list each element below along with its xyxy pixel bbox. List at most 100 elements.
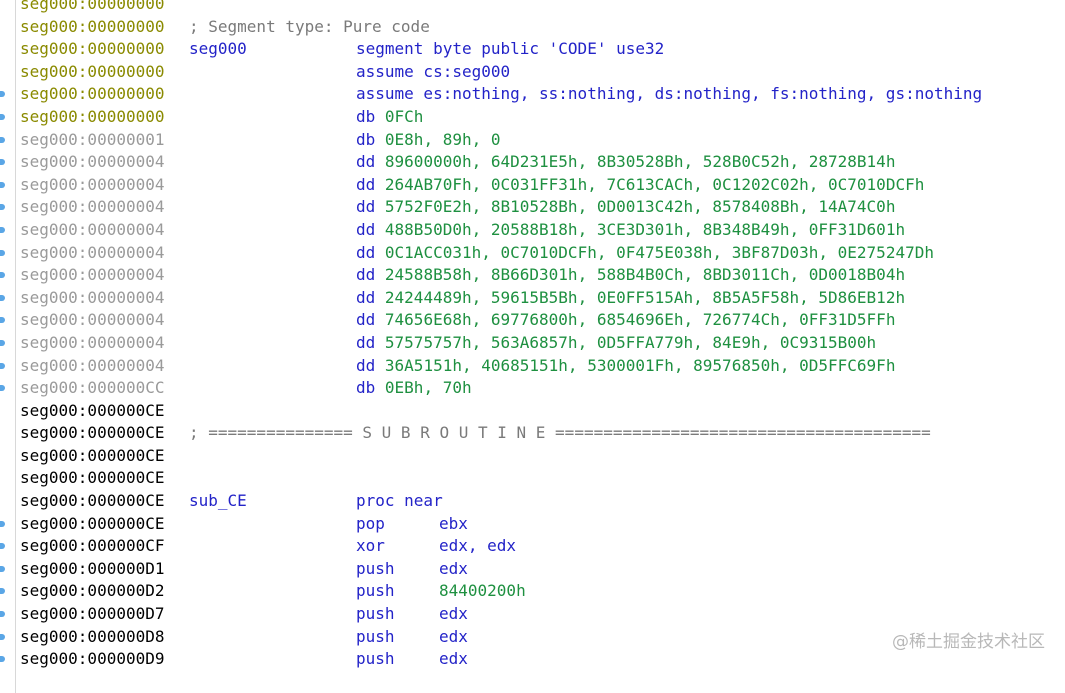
operand[interactable]: edx <box>439 648 468 671</box>
listing-row[interactable]: seg000:00000004 dd 5752F0E2h, 8B10528Bh, … <box>0 196 1065 219</box>
address[interactable]: seg000:00000004 <box>20 174 165 197</box>
flow-marker-icon <box>0 294 5 301</box>
mnemonic[interactable]: push <box>356 558 395 581</box>
flow-marker-icon <box>0 91 5 98</box>
mnemonic[interactable]: dd 5752F0E2h, 8B10528Bh, 0D0013C42h, 857… <box>356 196 895 219</box>
listing-row[interactable]: seg000:00000004 dd 24588B58h, 8B66D301h, … <box>0 264 1065 287</box>
listing-row[interactable]: seg000:000000CE <box>0 400 1065 423</box>
mnemonic[interactable]: push <box>356 580 395 603</box>
directive: dd <box>356 332 376 352</box>
listing-row[interactable]: seg000:000000CE pop ebx <box>0 513 1065 536</box>
mnemonic[interactable]: pop <box>356 513 385 536</box>
address[interactable]: seg000:000000CE <box>20 445 165 468</box>
mnemonic[interactable]: dd 264AB70Fh, 0C031FF31h, 7C613CACh, 0C1… <box>356 174 924 197</box>
mnemonic[interactable]: assume cs:seg000 <box>356 61 510 84</box>
address[interactable]: seg000:00000004 <box>20 242 165 265</box>
listing-row[interactable]: seg000:00000000 seg000 segment byte public… <box>0 38 1065 61</box>
address[interactable]: seg000:000000CE <box>20 400 165 423</box>
listing-row[interactable]: seg000:00000004 dd 57575757h, 563A6857h, … <box>0 332 1065 355</box>
listing-row[interactable]: seg000:00000000 db 0FCh <box>0 106 1065 129</box>
mnemonic[interactable]: xor <box>356 535 385 558</box>
disassembly-listing[interactable]: seg000:00000000 seg000:00000000; Segment … <box>0 0 1065 693</box>
listing-row[interactable]: seg000:00000004 dd 488B50D0h, 20588B18h, … <box>0 219 1065 242</box>
listing-row[interactable]: seg000:00000004 dd 36A5151h, 40685151h, 5… <box>0 355 1065 378</box>
listing-row[interactable]: seg000:00000001 db 0E8h, 89h, 0 <box>0 129 1065 152</box>
address[interactable]: seg000:00000004 <box>20 219 165 242</box>
address[interactable]: seg000:000000CF <box>20 535 165 558</box>
address[interactable]: seg000:00000001 <box>20 129 165 152</box>
mnemonic[interactable]: push <box>356 626 395 649</box>
address[interactable]: seg000:00000000 <box>20 83 165 106</box>
address[interactable]: seg000:00000000 <box>20 0 165 16</box>
address[interactable]: seg000:00000004 <box>20 355 165 378</box>
listing-row[interactable]: seg000:000000D2 push 84400200h <box>0 580 1065 603</box>
address[interactable]: seg000:000000CE <box>20 467 165 490</box>
listing-row[interactable]: seg000:000000CE <box>0 445 1065 468</box>
address[interactable]: seg000:00000004 <box>20 309 165 332</box>
address[interactable]: seg000:00000000 <box>20 61 165 84</box>
address[interactable]: seg000:00000004 <box>20 151 165 174</box>
mnemonic[interactable]: dd 36A5151h, 40685151h, 5300001Fh, 89576… <box>356 355 895 378</box>
mnemonic[interactable]: db 0FCh <box>356 106 423 129</box>
address[interactable]: seg000:00000000 <box>20 106 165 129</box>
address[interactable]: seg000:000000CE <box>20 422 165 445</box>
address[interactable]: seg000:000000D8 <box>20 626 165 649</box>
listing-row[interactable]: seg000:00000004 dd 0C1ACC031h, 0C7010DCFh… <box>0 242 1065 265</box>
operand[interactable]: edx <box>439 603 468 626</box>
mnemonic[interactable]: push <box>356 603 395 626</box>
mnemonic[interactable]: db 0EBh, 70h <box>356 377 472 400</box>
address[interactable]: seg000:00000000 <box>20 16 165 39</box>
listing-row[interactable]: seg000:000000CF xor edx, edx <box>0 535 1065 558</box>
mnemonic[interactable]: dd 24244489h, 59615B5Bh, 0E0FF515Ah, 8B5… <box>356 287 905 310</box>
listing-row[interactable]: seg000:000000D1 push edx <box>0 558 1065 581</box>
mnemonic[interactable]: dd 57575757h, 563A6857h, 0D5FFA779h, 84E… <box>356 332 876 355</box>
address[interactable]: seg000:00000004 <box>20 264 165 287</box>
listing-row[interactable]: seg000:000000CE ; =============== S U B R… <box>0 422 1065 445</box>
listing-row[interactable]: seg000:00000000 ; Segment type: Pure code <box>0 16 1065 39</box>
code-label[interactable]: seg000 <box>189 38 247 61</box>
address[interactable]: seg000:000000D9 <box>20 648 165 671</box>
address[interactable]: seg000:000000D2 <box>20 580 165 603</box>
address[interactable]: seg000:000000CE <box>20 513 165 536</box>
mnemonic[interactable]: segment byte public 'CODE' use32 <box>356 38 664 61</box>
mnemonic[interactable]: dd 488B50D0h, 20588B18h, 3CE3D301h, 8B34… <box>356 219 905 242</box>
mnemonic[interactable]: dd 89600000h, 64D231E5h, 8B30528Bh, 528B… <box>356 151 895 174</box>
code-label[interactable]: sub_CE <box>189 490 247 513</box>
address[interactable]: seg000:00000004 <box>20 332 165 355</box>
mnemonic[interactable]: db 0E8h, 89h, 0 <box>356 129 501 152</box>
operand[interactable]: edx <box>439 558 468 581</box>
flow-marker-icon <box>0 204 5 211</box>
address[interactable]: seg000:000000D7 <box>20 603 165 626</box>
listing-row[interactable]: seg000:000000CE <box>0 467 1065 490</box>
listing-row[interactable]: seg000:00000004 dd 264AB70Fh, 0C031FF31h,… <box>0 174 1065 197</box>
operand[interactable]: edx, edx <box>439 535 516 558</box>
mnemonic[interactable]: dd 24588B58h, 8B66D301h, 588B4B0Ch, 8BD3… <box>356 264 905 287</box>
mnemonic[interactable]: assume es:nothing, ss:nothing, ds:nothin… <box>356 83 982 106</box>
address[interactable]: seg000:000000CE <box>20 490 165 513</box>
operand[interactable]: edx <box>439 626 468 649</box>
address[interactable]: seg000:00000000 <box>20 38 165 61</box>
operand[interactable]: 84400200h <box>439 580 526 603</box>
flow-marker-icon <box>0 543 5 550</box>
mnemonic[interactable]: proc near <box>356 490 443 513</box>
listing-row[interactable]: seg000:00000000 assume es:nothing, ss:not… <box>0 83 1065 106</box>
listing-row[interactable]: seg000:000000D7 push edx <box>0 603 1065 626</box>
listing-row[interactable]: seg000:00000000 assume cs:seg000 <box>0 61 1065 84</box>
listing-row[interactable]: seg000:000000CE sub_CE proc near <box>0 490 1065 513</box>
address[interactable]: seg000:000000CC <box>20 377 165 400</box>
flow-marker-icon <box>0 226 5 233</box>
listing-row[interactable]: seg000:00000004 dd 89600000h, 64D231E5h, … <box>0 151 1065 174</box>
mnemonic[interactable]: dd 74656E68h, 69776800h, 6854696Eh, 7267… <box>356 309 895 332</box>
listing-row[interactable]: seg000:00000004 dd 74656E68h, 69776800h, … <box>0 309 1065 332</box>
mnemonic[interactable]: dd 0C1ACC031h, 0C7010DCFh, 0F475E038h, 3… <box>356 242 934 265</box>
operand[interactable]: ebx <box>439 513 468 536</box>
listing-row[interactable]: seg000:000000CC db 0EBh, 70h <box>0 377 1065 400</box>
listing-row[interactable]: seg000:00000000 <box>0 0 1065 16</box>
listing-row[interactable]: seg000:00000004 dd 24244489h, 59615B5Bh, … <box>0 287 1065 310</box>
address[interactable]: seg000:000000D1 <box>20 558 165 581</box>
address[interactable]: seg000:00000004 <box>20 196 165 219</box>
mnemonic[interactable]: push <box>356 648 395 671</box>
data-values: 36A5151h, 40685151h, 5300001Fh, 89576850… <box>384 355 896 375</box>
data-values: 264AB70Fh, 0C031FF31h, 7C613CACh, 0C1202… <box>384 174 925 194</box>
address[interactable]: seg000:00000004 <box>20 287 165 310</box>
